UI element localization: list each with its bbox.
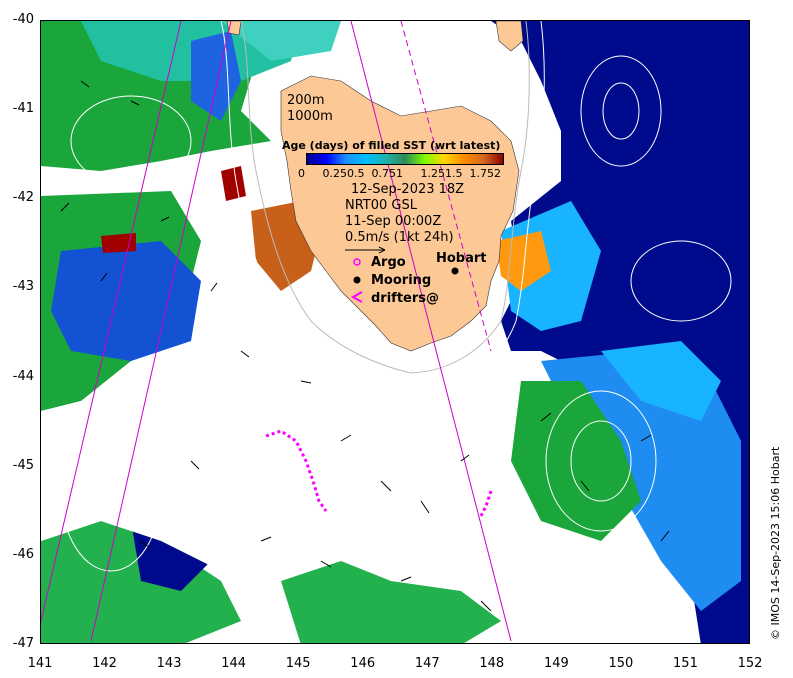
colorbar-tick-label: 0.5: [347, 167, 365, 180]
y-tick-label: -43: [12, 279, 34, 295]
x-tick-label: 145: [285, 656, 311, 671]
legend-drifters-label: drifters@: [371, 291, 440, 306]
legend-mooring-label: Mooring: [371, 273, 432, 288]
y-tick-label: -44: [12, 368, 34, 384]
colorbar-tick-label: 1.75: [469, 167, 495, 180]
credit-text: © IMOS 14-Sep-2023 15:06 Hobart: [769, 446, 782, 640]
colorbar-tick-label: 0.75: [371, 167, 397, 180]
y-tick-label: -46: [12, 546, 34, 562]
y-tick-label: -40: [12, 12, 34, 27]
colorbar-tick-label: 1.5: [445, 167, 463, 180]
x-tick-label: 147: [414, 656, 440, 671]
x-tick-label: 149: [543, 656, 569, 671]
legend-argo-label: Argo: [371, 255, 406, 270]
y-tick-label: -41: [12, 101, 34, 117]
colorbar-tick-label: 2: [494, 167, 501, 180]
colorbar-tick-label: 1: [396, 167, 403, 180]
current-time: 11-Sep 00:00Z: [345, 214, 442, 229]
sst-map: [41, 21, 749, 643]
x-tick-label: 144: [221, 656, 247, 671]
colorbar: [306, 153, 504, 165]
x-tick-label: 142: [92, 656, 117, 671]
place-label-hobart: Hobart: [436, 251, 487, 266]
hobart-marker: [451, 267, 459, 275]
colorbar-title: Age (days) of filled SST (wrt latest): [282, 139, 501, 152]
colorbar-tick-label: 0: [298, 167, 305, 180]
x-tick-label: 152: [737, 656, 763, 671]
colorbar-tick-label: 1.25: [420, 167, 446, 180]
x-tick-label: 141: [27, 656, 53, 671]
x-tick-label: 143: [156, 656, 182, 671]
colorbar-tick-label: 0.25: [322, 167, 348, 180]
y-tick-label: -47: [12, 636, 34, 651]
sst-date: 12-Sep-2023 18Z: [351, 182, 465, 197]
contour-1000m-label: 1000m: [287, 109, 333, 124]
x-tick-label: 146: [350, 656, 376, 671]
x-tick-label: 150: [608, 656, 634, 671]
x-tick-label: 148: [479, 656, 505, 671]
map-panel: 200m 1000m 12-Sep-2023 18Z NRT00 GSL 11-…: [40, 20, 750, 644]
y-tick-label: -45: [12, 457, 34, 473]
contour-200m-label: 200m: [287, 93, 325, 108]
current-scale-label: 0.5m/s (1kt 24h): [345, 230, 454, 245]
y-tick-label: -42: [12, 190, 34, 206]
mooring-marker: [353, 276, 361, 284]
x-tick-label: 151: [673, 656, 698, 671]
current-model: NRT00 GSL: [345, 198, 417, 213]
sst-region-blue-west: [51, 241, 201, 361]
